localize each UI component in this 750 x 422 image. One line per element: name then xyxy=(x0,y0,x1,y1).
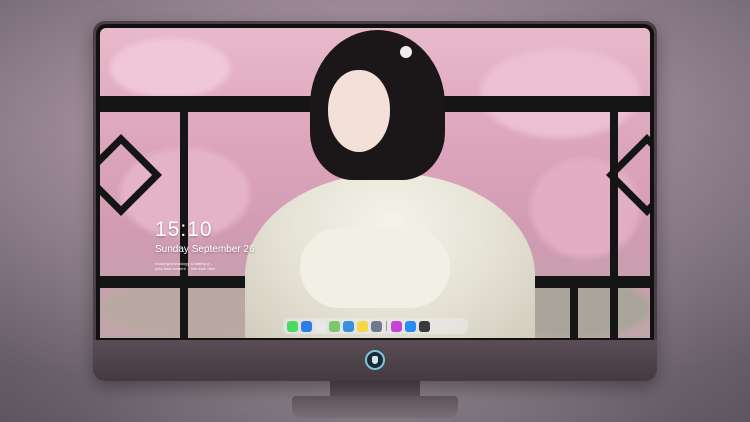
railing-post xyxy=(610,112,618,338)
screen-bezel: 15:10 Sunday September 26 ruixiang techn… xyxy=(96,24,654,340)
lock-clock: 15:10 xyxy=(155,218,213,241)
lock-date: Sunday September 26 xyxy=(155,244,255,255)
figure-sleeve xyxy=(300,228,450,308)
messages-icon[interactable] xyxy=(287,320,298,332)
hairpin-ornament xyxy=(400,46,412,58)
monitor-stand xyxy=(292,396,458,418)
monitor: 15:10 Sunday September 26 ruixiang techn… xyxy=(93,21,657,381)
lock-tagline: ruixiang technology Creating a ... your … xyxy=(155,261,265,271)
camera-icon[interactable] xyxy=(419,320,430,332)
app-store-icon[interactable] xyxy=(405,320,416,332)
app-dock xyxy=(283,318,468,334)
maps-icon[interactable] xyxy=(329,320,340,332)
lock-screen[interactable]: 15:10 Sunday September 26 ruixiang techn… xyxy=(100,28,650,338)
figure-face xyxy=(328,70,390,152)
dock-separator xyxy=(386,321,387,331)
music-icon[interactable] xyxy=(391,320,402,332)
blossom-cluster xyxy=(110,38,230,98)
safari-icon[interactable] xyxy=(315,320,326,332)
finder-icon[interactable] xyxy=(301,320,312,332)
monitor-chin xyxy=(93,340,657,381)
notes-icon[interactable] xyxy=(357,320,368,332)
video-icon[interactable] xyxy=(343,320,354,332)
photos-icon[interactable] xyxy=(371,320,382,332)
brand-logo-icon xyxy=(365,350,385,370)
railing-post xyxy=(570,288,578,338)
tagline-line: your best content ... live from here xyxy=(155,266,216,271)
